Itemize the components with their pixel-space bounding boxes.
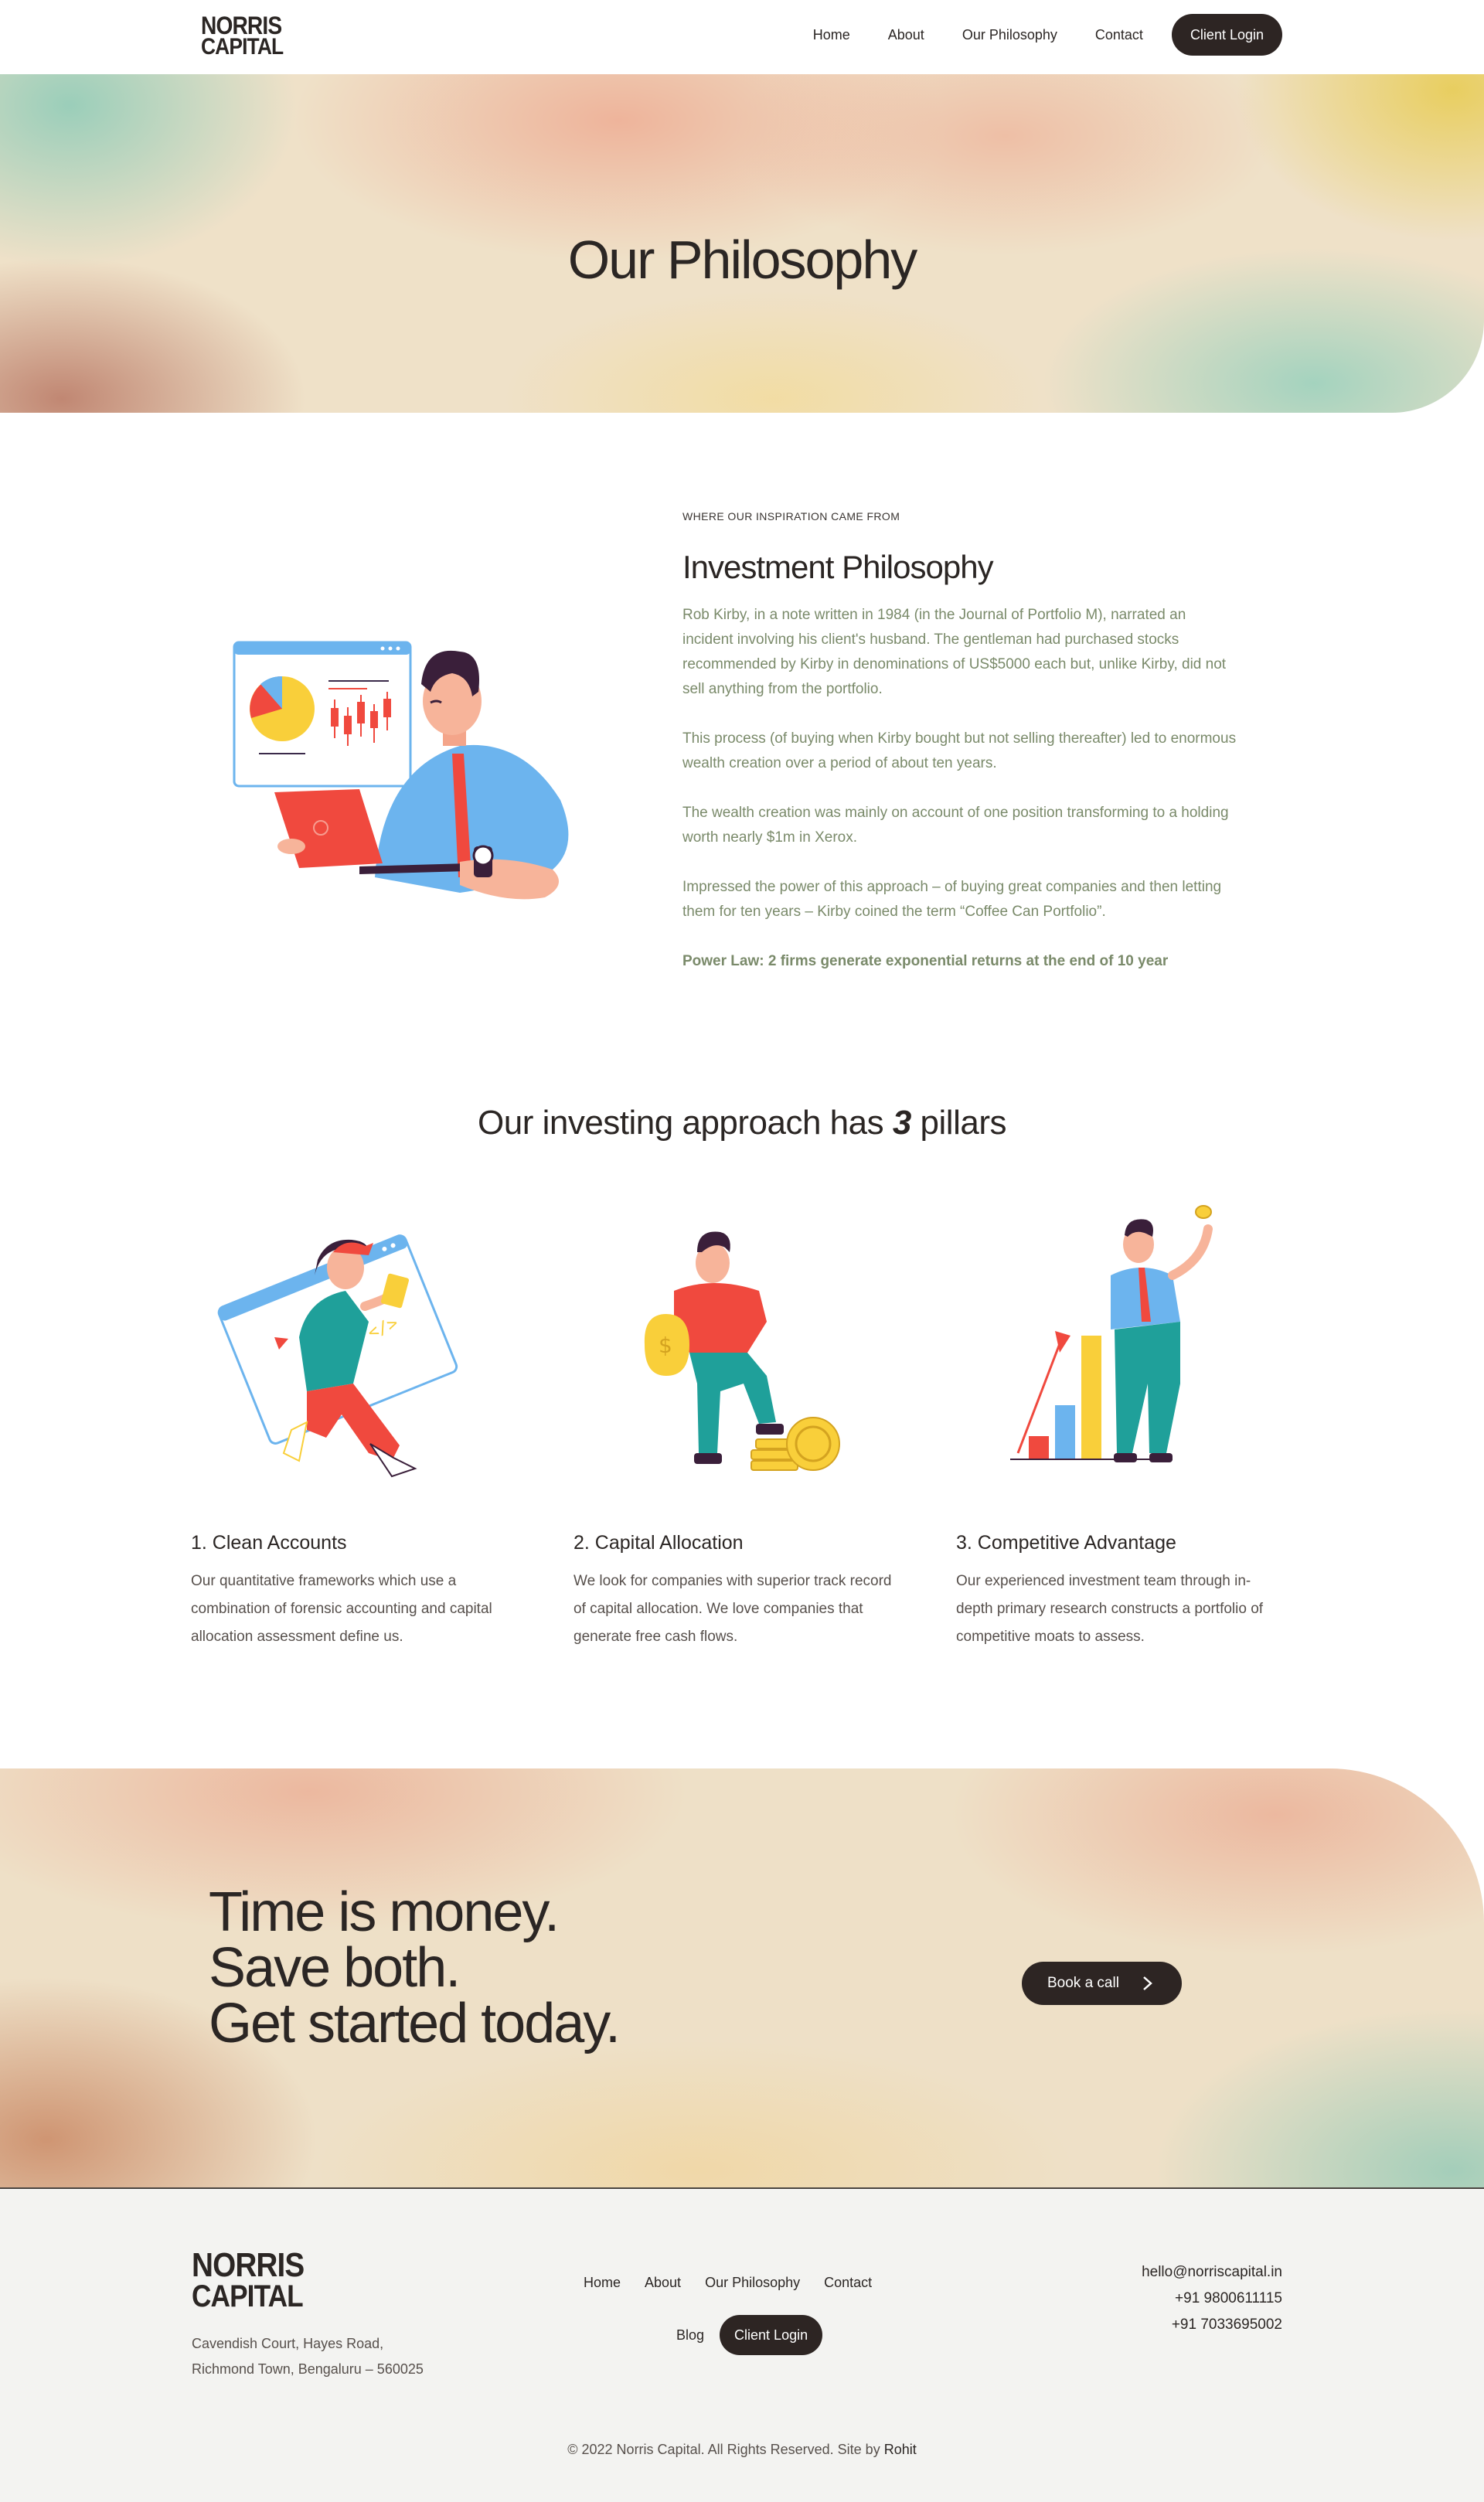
site-credit-link[interactable]: Rohit (884, 2442, 917, 2457)
footer-nav-our-philosophy[interactable]: Our Philosophy (705, 2275, 800, 2291)
chevron-right-icon (1143, 1976, 1152, 1990)
pillars-heading-before: Our investing approach has (478, 1104, 893, 1142)
client-login-button[interactable]: Client Login (1171, 14, 1282, 56)
svg-text:$: $ (659, 1333, 672, 1358)
copyright-text: © 2022 Norris Capital. All Rights Reserv… (567, 2442, 884, 2457)
footer-phone-1[interactable]: +91 9800611115 (1142, 2286, 1282, 2312)
address-line-1: Cavendish Court, Hayes Road, (192, 2336, 384, 2351)
footer-logo-line-1: NORRIS (192, 2246, 305, 2284)
book-a-call-label: Book a call (1047, 1975, 1119, 1991)
site-header: NORRIS CAPITAL Home About Our Philosophy… (0, 0, 1484, 74)
footer-client-login-button[interactable]: Client Login (720, 2315, 823, 2355)
power-law-highlight: Power Law: 2 firms generate exponential … (682, 953, 1169, 969)
footer-nav: Home About Our Philosophy Contact (584, 2275, 896, 2291)
cta-line-1: Time is money. (209, 1881, 560, 1943)
nav-home[interactable]: Home (813, 27, 850, 43)
nav-our-philosophy[interactable]: Our Philosophy (962, 27, 1057, 43)
copyright: © 2022 Norris Capital. All Rights Reserv… (0, 2442, 1484, 2458)
footer-logo[interactable]: NORRIS CAPITAL (192, 2246, 305, 2313)
philosophy-paragraph: Impressed the power of this approach – o… (682, 879, 1222, 920)
footer-nav-secondary: Blog Client Login (676, 2315, 823, 2355)
logo-line-2: CAPITAL (201, 34, 284, 60)
cta-banner: Time is money. Save both. Get started to… (0, 1768, 1484, 2189)
pillar-text: We look for companies with superior trac… (574, 1573, 892, 1645)
pillars-heading: Our investing approach has 3 pillars (0, 1104, 1484, 1142)
section-title: Investment Philosophy (682, 549, 994, 585)
pillar-competitive-advantage: 3. Competitive Advantage Our experienced… (956, 1198, 1281, 1651)
footer-address: Cavendish Court, Hayes Road, Richmond To… (192, 2331, 424, 2382)
money-bag-illustration: $ (644, 1231, 840, 1471)
philosophy-paragraph: The wealth creation was mainly on accoun… (682, 805, 1229, 846)
pillars-heading-after: pillars (910, 1104, 1007, 1142)
investment-philosophy-section: WHERE OUR INSPIRATION CAME FROM Investme… (682, 510, 1239, 974)
nav-about[interactable]: About (888, 27, 924, 43)
footer-nav-contact[interactable]: Contact (824, 2275, 872, 2291)
footer-nav-home[interactable]: Home (584, 2275, 621, 2291)
cta-line-3: Get started today. (209, 1993, 621, 2054)
investor-laptop-illustration (233, 641, 569, 900)
section-eyebrow: WHERE OUR INSPIRATION CAME FROM (682, 510, 900, 523)
book-a-call-button[interactable]: Book a call (1022, 1962, 1182, 2005)
pillar-clean-accounts: </> 1. Clean Accounts Our quantitative f… (191, 1198, 516, 1651)
pillar-title: 1. Clean Accounts (191, 1532, 347, 1554)
pillar-title: 3. Competitive Advantage (956, 1532, 1176, 1554)
address-line-2: Richmond Town, Bengaluru – 560025 (192, 2361, 424, 2377)
footer-phone-2[interactable]: +91 7033695002 (1142, 2312, 1282, 2338)
growth-chart-illustration (1010, 1205, 1213, 1462)
pillar-capital-allocation: $ 2. Capital Allocation We look for comp… (574, 1198, 898, 1651)
philosophy-paragraph: Rob Kirby, in a note written in 1984 (in… (682, 607, 1227, 697)
cta-line-2: Save both. (209, 1937, 461, 1999)
pillar-text: Our quantitative frameworks which use a … (191, 1573, 492, 1645)
hero-banner: Our Philosophy (0, 74, 1484, 413)
footer-contact: hello@norriscapital.in +91 9800611115 +9… (1142, 2259, 1282, 2338)
nav-contact[interactable]: Contact (1095, 27, 1143, 43)
page-title: Our Philosophy (567, 230, 918, 290)
pillar-title: 2. Capital Allocation (574, 1532, 744, 1554)
logo-line-1: NORRIS (201, 12, 282, 39)
coder-illustration: </> (217, 1234, 458, 1478)
philosophy-paragraph: This process (of buying when Kirby bough… (682, 730, 1237, 771)
footer-nav-about[interactable]: About (645, 2275, 681, 2291)
footer-logo-line-2: CAPITAL (192, 2279, 304, 2313)
logo[interactable]: NORRIS CAPITAL (201, 12, 284, 60)
cta-headline: Time is money. Save both. Get started to… (209, 1881, 621, 2054)
main-nav: Home About Our Philosophy Contact Client… (775, 13, 1282, 56)
pillars-heading-number: 3 (892, 1104, 911, 1142)
pillar-text: Our experienced investment team through … (956, 1573, 1264, 1645)
site-footer: NORRIS CAPITAL Cavendish Court, Hayes Ro… (0, 2190, 1484, 2502)
footer-email[interactable]: hello@norriscapital.in (1142, 2259, 1282, 2286)
footer-nav-blog[interactable]: Blog (676, 2327, 704, 2344)
